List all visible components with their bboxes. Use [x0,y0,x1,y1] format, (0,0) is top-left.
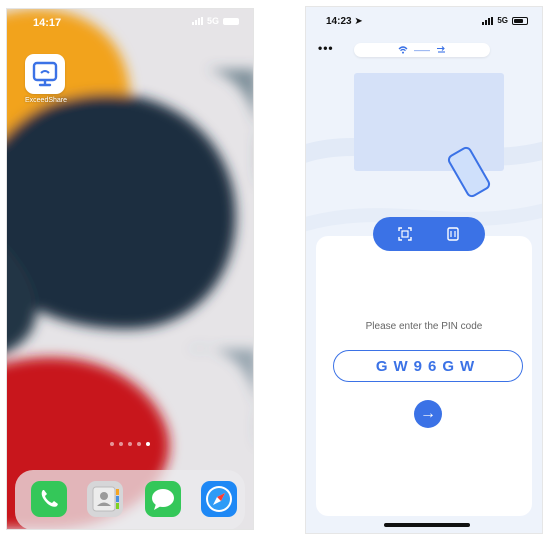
dock [15,470,245,529]
status-time: 14:23 ➤ [326,16,363,27]
pin-icon [447,227,459,241]
status-bar: 14:23 ➤ 5G [306,7,542,31]
messages-app-icon[interactable] [145,481,181,517]
safari-app-icon[interactable] [201,481,237,517]
status-indicators: 5G [191,16,239,26]
network-label: 5G [497,16,508,25]
qr-scan-icon [398,227,412,241]
connect-button[interactable]: → [414,400,442,428]
page-indicator[interactable] [7,442,253,446]
screen-illustration [354,73,504,171]
status-time: 14:17 [33,17,62,29]
exceedshare-app-icon[interactable] [25,54,65,94]
pin-prompt: Please enter the PIN code [365,321,483,332]
pin-tab[interactable] [445,226,461,242]
page-dot [110,442,114,446]
more-options-button[interactable]: ••• [318,42,334,54]
page-dot [119,442,123,446]
contacts-app-icon[interactable] [87,481,123,517]
page-dot [137,442,141,446]
arrow-right-icon: → [420,405,436,422]
exceedshare-app-screen: 14:23 ➤ 5G ••• —— Please enter the PIN c… [305,6,543,534]
battery-icon [223,17,239,25]
page-dot-active [146,442,150,446]
compass-icon [206,486,232,512]
network-label: 5G [206,16,219,26]
scan-qr-tab[interactable] [397,226,413,242]
home-indicator[interactable] [384,523,470,527]
screen-share-icon [32,61,58,87]
wifi-name: —— [414,45,430,55]
page-dot [128,442,132,446]
signal-icon [482,16,494,25]
phone-icon [41,490,58,507]
connect-mode-tabs [373,217,485,251]
app-label: ExceedShare [24,97,68,104]
signal-icon [191,17,203,25]
message-bubble-icon [152,489,174,510]
battery-icon [512,16,528,25]
status-indicators: 5G [482,16,528,25]
status-bar: 14:17 5G [7,9,253,35]
home-screen: 14:17 5G ExceedShare [6,8,254,530]
contacts-icon [92,486,119,512]
phone-app-icon[interactable] [31,481,67,517]
wifi-network-pill[interactable]: —— [354,43,490,57]
switch-network-icon [437,46,445,53]
wifi-icon [398,46,408,54]
pin-code-input[interactable]: GW96GW [333,350,523,382]
